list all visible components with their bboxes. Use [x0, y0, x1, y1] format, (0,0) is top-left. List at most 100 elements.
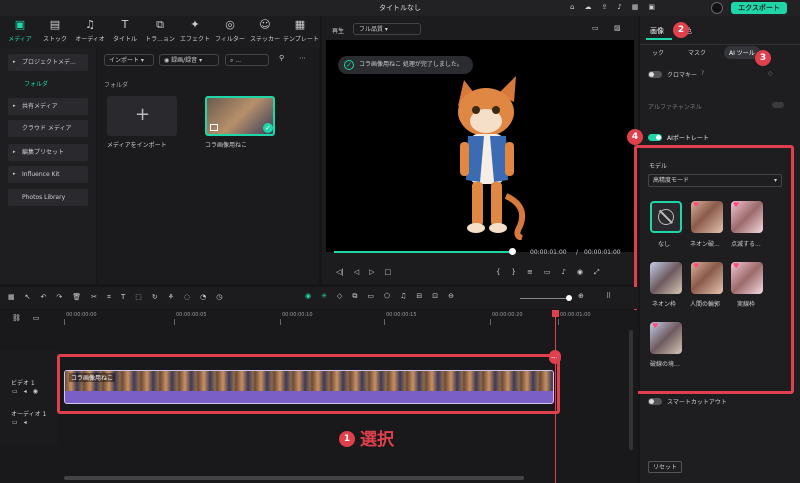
import-dropdown[interactable]: インポート ▾: [104, 54, 154, 66]
subtab-mask[interactable]: マスク: [688, 48, 706, 57]
snapshot-layout-icon[interactable]: ▭: [592, 24, 599, 32]
camera-icon[interactable]: ◉: [577, 268, 583, 277]
crop-icon[interactable]: ⌗: [107, 293, 111, 302]
link-icon[interactable]: ▭: [33, 314, 40, 322]
undo-icon[interactable]: ↶: [41, 293, 47, 302]
fullscreen-icon[interactable]: ⤢: [594, 268, 600, 277]
search-input[interactable]: ⌕ ...: [225, 54, 269, 66]
stabilize-icon[interactable]: ⧉: [352, 292, 357, 301]
cloud-icon[interactable]: ☁: [584, 3, 591, 11]
speed-ramp-icon[interactable]: ◔: [200, 293, 206, 302]
reset-button[interactable]: リセット: [648, 461, 682, 473]
add-track-icon[interactable]: ⛓: [12, 314, 21, 322]
horizontal-scrollbar[interactable]: [64, 476, 524, 480]
cat-media-clip[interactable]: ✓: [205, 96, 275, 136]
bell-icon[interactable]: ♪: [617, 3, 621, 11]
color-icon[interactable]: ⚘: [168, 293, 174, 302]
ai-render-icon[interactable]: ◉: [305, 292, 311, 301]
avatar[interactable]: [711, 2, 723, 14]
tab-music[interactable]: ♫ オーディオ: [73, 19, 107, 47]
filter-icon[interactable]: ⚲: [279, 54, 284, 62]
layout-icon[interactable]: ▦: [8, 293, 15, 302]
diamond-icon[interactable]: ◇: [768, 70, 773, 77]
tab-effect[interactable]: ✦ エフェクト: [178, 19, 212, 47]
processing-toast: ✓ コラ画像用ねこ 処理が完了しました。: [338, 56, 473, 74]
cut-icon[interactable]: ✂: [91, 293, 97, 302]
rotate-icon[interactable]: ↻: [152, 293, 158, 302]
redo-icon[interactable]: ↷: [56, 293, 62, 302]
sidebar-item-label: クラウド メディア: [22, 125, 72, 132]
speed-icon[interactable]: ≡: [527, 268, 533, 277]
sidebar-item-2[interactable]: ▸ 共有メディア: [8, 98, 88, 115]
more-icon[interactable]: ⋯: [299, 54, 306, 62]
snap-icon[interactable]: ✳: [321, 292, 327, 301]
tab-image[interactable]: 画像: [650, 26, 664, 36]
sidebar-item-6[interactable]: Photos Library: [8, 189, 88, 206]
record-dropdown[interactable]: ◉ 録画/録音 ▾: [159, 54, 219, 66]
video-canvas[interactable]: ✓ コラ画像用ねこ 処理が完了しました。: [326, 40, 634, 252]
sidebar-item-1[interactable]: フォルダ: [8, 76, 88, 93]
sidebar-item-3[interactable]: クラウド メディア: [8, 120, 88, 137]
timer-icon[interactable]: ◷: [216, 293, 222, 302]
zoom-slider-handle[interactable]: [566, 295, 572, 301]
select-icon[interactable]: ↖: [25, 293, 31, 302]
sidebar-item-4[interactable]: ▸ 編集プリセット: [8, 144, 88, 161]
mark-in-icon[interactable]: {: [496, 268, 500, 277]
tab-template[interactable]: ▦ テンプレート: [283, 19, 319, 47]
edit-tools: ▦ ↖ ↶ ↷ 🗑 ✂ ⌗ T ⬚ ↻ ⚘ ◌ ◔ ◷: [8, 293, 222, 302]
grid-view-icon[interactable]: ⠿: [606, 292, 611, 300]
transform-icon[interactable]: ⬚: [135, 293, 142, 302]
tab-media[interactable]: ▣ メディア: [3, 19, 37, 47]
text-icon[interactable]: T: [121, 293, 125, 302]
grid-icon[interactable]: ▦: [632, 3, 639, 11]
zoom-in-icon[interactable]: ⊕: [578, 292, 584, 300]
microphone-icon[interactable]: ♫: [400, 292, 406, 301]
step-back-icon[interactable]: ◁: [354, 268, 359, 276]
import-tile[interactable]: +: [107, 96, 177, 136]
sidebar-item-0[interactable]: ▸ プロジェクトメデ...: [8, 54, 88, 71]
zoom-slider[interactable]: [520, 298, 572, 299]
volume-icon[interactable]: ◂: [24, 419, 27, 426]
previous-frame-icon[interactable]: ◁|: [336, 268, 344, 276]
upload-icon[interactable]: ⇪: [601, 3, 607, 11]
alpha-channel-toggle[interactable]: [772, 102, 784, 108]
export-button[interactable]: エクスポート: [731, 2, 787, 14]
shield-icon[interactable]: ◇: [337, 292, 342, 301]
tab-filter[interactable]: ◎ フィルター: [213, 19, 247, 47]
split-icon[interactable]: ⊟: [416, 292, 422, 301]
mark-out-icon[interactable]: }: [511, 268, 515, 277]
tab-stock[interactable]: ▤ ストック: [38, 19, 72, 47]
folder-icon[interactable]: ▭: [12, 388, 18, 395]
folder-icon[interactable]: ▭: [12, 419, 18, 426]
filter-icon: ◎: [225, 18, 235, 31]
play-icon[interactable]: ▷: [369, 268, 374, 276]
smart-cutout-toggle[interactable]: [648, 398, 662, 405]
time-ruler[interactable]: 00:00:00:00 00:00:00:05 00:00:00:10 00:00:0…: [58, 310, 638, 326]
tab-transition[interactable]: ⧉ トラ...ョン: [143, 19, 177, 47]
display-icon[interactable]: ▭: [544, 268, 551, 277]
playhead-handle[interactable]: [552, 310, 559, 317]
effects-icon[interactable]: ◌: [184, 293, 190, 302]
stop-icon[interactable]: □: [385, 268, 392, 276]
gift-icon[interactable]: ⌂: [570, 3, 574, 11]
eye-icon[interactable]: ◉: [33, 388, 38, 395]
progress-handle[interactable]: [509, 248, 516, 255]
delete-icon[interactable]: 🗑: [72, 293, 81, 302]
zoom-out-icon[interactable]: ⊖: [448, 292, 454, 301]
image-view-icon[interactable]: ▨: [614, 24, 621, 32]
zoom-fit-icon[interactable]: ⊡: [432, 292, 438, 301]
volume-icon[interactable]: ◂: [24, 388, 27, 395]
ai-portrait-toggle[interactable]: [648, 134, 662, 141]
tab-sticker[interactable]: ☺ ステッカー: [248, 19, 282, 47]
tab-title[interactable]: T タイトル: [108, 19, 142, 47]
vertical-scrollbar[interactable]: [629, 330, 633, 450]
sidebar-item-5[interactable]: ▸ Influence Kit: [8, 166, 88, 183]
marker-icon[interactable]: ⬠: [384, 292, 390, 301]
save-icon[interactable]: ▣: [648, 3, 655, 11]
quality-dropdown[interactable]: フル品質 ▾: [353, 23, 421, 35]
subtab-basic[interactable]: ック: [652, 48, 664, 57]
progress-bar[interactable]: [334, 251, 514, 253]
chroma-key-toggle[interactable]: [648, 71, 662, 78]
screen-icon[interactable]: ▭: [367, 292, 374, 301]
audio-icon[interactable]: ♪: [561, 268, 565, 277]
